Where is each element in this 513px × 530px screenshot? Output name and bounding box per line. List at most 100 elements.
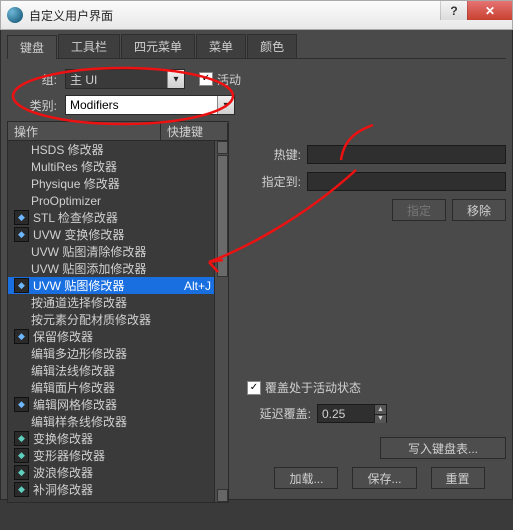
item-label: 按元素分配材质修改器 — [31, 311, 180, 328]
hotkey-input[interactable] — [307, 145, 506, 164]
spin-down-icon[interactable]: ▼ — [374, 415, 386, 424]
item-label: 变形器修改器 — [33, 447, 180, 464]
list-item[interactable]: ◆ 编辑网格修改器 — [8, 396, 228, 413]
tab-colors[interactable]: 颜色 — [247, 34, 297, 58]
list-item[interactable]: ProOptimizer — [8, 192, 228, 209]
tabs: 键盘 工具栏 四元菜单 菜单 颜色 — [7, 34, 506, 59]
item-label: UVW 贴图添加修改器 — [31, 260, 180, 277]
window-body: 键盘 工具栏 四元菜单 菜单 颜色 组: 主 UI ▾ ✓ 活动 类别: Mod… — [0, 30, 513, 500]
category-combo[interactable]: Modifiers ▾ — [65, 95, 235, 115]
list-item[interactable]: ◆ 变形器修改器 — [8, 447, 228, 464]
modifier-icon — [14, 381, 27, 394]
chevron-down-icon: ▾ — [167, 70, 184, 88]
modifier-icon — [14, 296, 27, 309]
delay-label: 延迟覆盖: — [247, 405, 311, 422]
item-label: MultiRes 修改器 — [31, 158, 180, 175]
modifier-icon — [14, 245, 27, 258]
list-item[interactable]: 编辑多边形修改器 — [8, 345, 228, 362]
hotkey-label: 热键: — [247, 146, 301, 163]
title-bar: 自定义用户界面 ? ✕ — [0, 0, 513, 30]
modifier-icon: ◆ — [14, 482, 29, 497]
modifier-icon — [14, 160, 27, 173]
item-label: UVW 变换修改器 — [33, 226, 180, 243]
col-hotkey[interactable]: 快捷键 — [161, 123, 228, 140]
tab-quad-menus[interactable]: 四元菜单 — [121, 34, 195, 58]
app-icon — [7, 7, 23, 23]
override-label: 覆盖处于活动状态 — [265, 379, 361, 396]
item-label: 编辑法线修改器 — [31, 362, 180, 379]
modifier-icon: ◆ — [14, 329, 29, 344]
remove-button[interactable]: 移除 — [452, 199, 506, 221]
item-label: 编辑样条线修改器 — [31, 413, 180, 430]
modifier-icon — [14, 313, 27, 326]
item-label: HSDS 修改器 — [31, 141, 180, 158]
list-item[interactable]: UVW 贴图清除修改器 — [8, 243, 228, 260]
tab-keyboard[interactable]: 键盘 — [7, 35, 57, 59]
item-label: UVW 贴图修改器 — [33, 277, 180, 294]
override-checkbox[interactable]: ✓ — [247, 381, 261, 395]
list-item[interactable]: MultiRes 修改器 — [8, 158, 228, 175]
list-item[interactable]: ◆UVW 贴图修改器Alt+J — [8, 277, 228, 294]
list-item[interactable]: 编辑样条线修改器 — [8, 413, 228, 430]
list-item[interactable]: Physique 修改器 — [8, 175, 228, 192]
save-button[interactable]: 保存... — [352, 467, 416, 489]
assign-to-label: 指定到: — [247, 173, 301, 190]
item-label: 编辑面片修改器 — [31, 379, 180, 396]
list-item[interactable]: ◆ UVW 变换修改器 — [8, 226, 228, 243]
assign-to-input[interactable] — [307, 172, 506, 191]
delay-spinner[interactable]: 0.25 ▲▼ — [317, 404, 387, 423]
scroll-thumb[interactable] — [217, 155, 228, 277]
item-label: UVW 贴图清除修改器 — [31, 243, 180, 260]
item-label: 保留修改器 — [33, 328, 180, 345]
list-item[interactable]: ◆变换修改器 — [8, 430, 228, 447]
list-item[interactable]: 按通道选择修改器 — [8, 294, 228, 311]
modifier-icon: ◆ — [14, 465, 29, 480]
modifier-icon: ◆ — [14, 397, 29, 412]
col-action[interactable]: 操作 — [8, 123, 161, 140]
list-header: 操作 快捷键 — [8, 122, 228, 141]
assign-button[interactable]: 指定 — [392, 199, 446, 221]
category-value: Modifiers — [70, 98, 119, 112]
action-list[interactable]: 操作 快捷键 HSDS 修改器MultiRes 修改器Physique 修改器 P… — [7, 121, 229, 503]
reset-button[interactable]: 重置 — [431, 467, 485, 489]
item-label: 按通道选择修改器 — [31, 294, 180, 311]
list-item[interactable]: 按元素分配材质修改器 — [8, 311, 228, 328]
active-checkbox[interactable]: ✓ — [199, 72, 213, 86]
scrollbar[interactable] — [214, 141, 228, 502]
item-label: 编辑网格修改器 — [33, 396, 180, 413]
item-label: 波浪修改器 — [33, 464, 180, 481]
load-button[interactable]: 加载... — [274, 467, 338, 489]
modifier-icon: ◆ — [14, 227, 29, 242]
list-item[interactable]: 编辑面片修改器 — [8, 379, 228, 396]
item-label: ProOptimizer — [31, 194, 180, 208]
help-button[interactable]: ? — [440, 1, 467, 20]
item-label: STL 检查修改器 — [33, 209, 180, 226]
active-label: 活动 — [217, 71, 241, 88]
list-item[interactable]: UVW 贴图添加修改器 — [8, 260, 228, 277]
modifier-icon — [14, 364, 27, 377]
chevron-down-icon: ▾ — [217, 96, 234, 114]
delay-value: 0.25 — [322, 407, 345, 421]
tab-toolbars[interactable]: 工具栏 — [58, 34, 120, 58]
group-value: 主 UI — [70, 71, 97, 88]
list-item[interactable]: ◆ 波浪修改器 — [8, 464, 228, 481]
tab-menus[interactable]: 菜单 — [196, 34, 246, 58]
list-item[interactable]: ◆ STL 检查修改器 — [8, 209, 228, 226]
list-item[interactable]: HSDS 修改器 — [8, 141, 228, 158]
category-label: 类别: — [7, 97, 57, 114]
item-label: 补洞修改器 — [33, 481, 180, 498]
modifier-icon: ◆ — [14, 448, 29, 463]
modifier-icon: ◆ — [14, 210, 29, 225]
group-combo[interactable]: 主 UI ▾ — [65, 69, 185, 89]
write-keyboard-button[interactable]: 写入键盘表... — [380, 437, 506, 459]
list-item[interactable]: 编辑法线修改器 — [8, 362, 228, 379]
item-label: 变换修改器 — [33, 430, 180, 447]
list-item[interactable]: ◆ 补洞修改器 — [8, 481, 228, 498]
modifier-icon — [14, 143, 27, 156]
modifier-icon — [14, 415, 27, 428]
close-button[interactable]: ✕ — [467, 1, 512, 20]
modifier-icon — [14, 177, 27, 190]
modifier-icon — [14, 194, 27, 207]
list-item[interactable]: ◆ 保留修改器 — [8, 328, 228, 345]
spin-up-icon[interactable]: ▲ — [374, 405, 386, 415]
